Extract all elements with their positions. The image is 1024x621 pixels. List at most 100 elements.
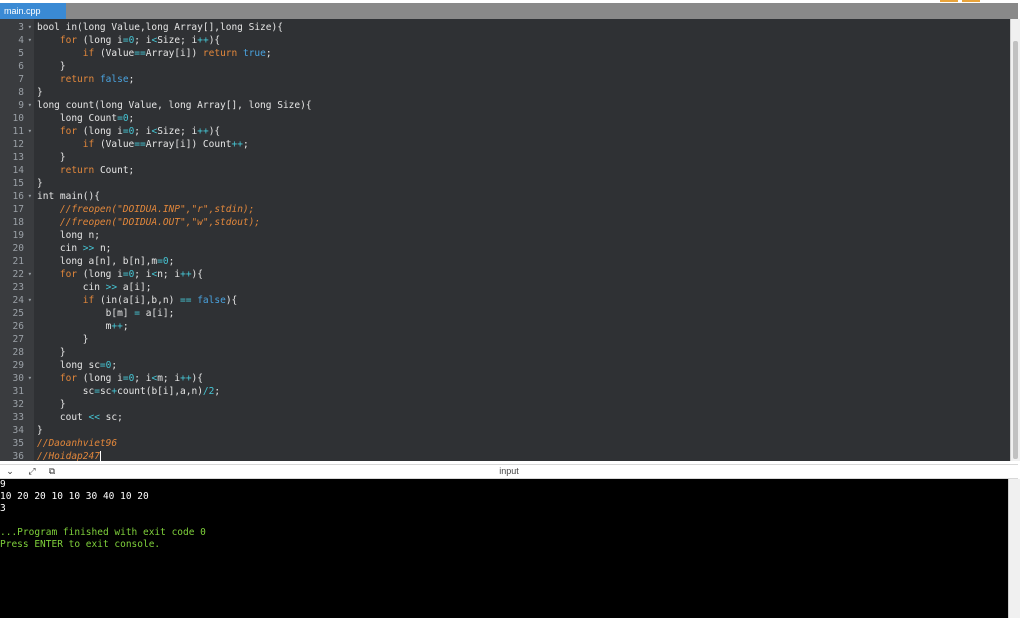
gutter-line: 11 ▾ — [0, 125, 34, 138]
code-token: ; — [168, 256, 175, 267]
gutter-line: 17 — [0, 203, 34, 216]
chevron-down-icon[interactable]: ⌄ — [4, 466, 16, 478]
code-line[interactable]: } — [37, 151, 66, 164]
code-line[interactable]: for (long i=0; i<m; i++){ — [37, 372, 203, 385]
code-line[interactable]: cin >> a[i]; — [37, 281, 152, 294]
gutter-line: 21 — [0, 255, 34, 268]
code-line[interactable]: for (long i=0; i<n; i++){ — [37, 268, 203, 281]
code-token: cout — [37, 412, 89, 423]
line-number: 35 — [12, 438, 24, 449]
code-line[interactable]: } — [37, 346, 66, 359]
tab-main-cpp[interactable]: main.cpp — [0, 3, 66, 19]
line-number: 12 — [12, 139, 24, 150]
fold-arrow-icon[interactable]: ▾ — [28, 372, 32, 385]
code-editor[interactable]: 3 ▾ 4 ▾ 5 6 7 8 9 ▾ 10 11 ▾ 12 13 14 15 16 ▾ 17 18 19 20 21 22 ▾ 2… — [0, 19, 1010, 461]
console-output[interactable]: 9 10 20 20 10 10 30 40 10 20 3 ...Program f… — [0, 479, 1008, 618]
fold-arrow-icon[interactable]: ▾ — [28, 190, 32, 203]
code-token: count(b[i],a,n) — [117, 386, 203, 397]
fold-arrow-icon[interactable]: ▾ — [28, 21, 32, 34]
line-number: 20 — [12, 243, 24, 254]
console-scrollbar[interactable] — [1008, 479, 1020, 618]
code-line[interactable]: //Daoanhviet96 — [37, 437, 117, 450]
code-line[interactable]: } — [37, 333, 89, 346]
code-line[interactable]: long Count=0; — [37, 112, 134, 125]
code-line[interactable]: return Count; — [37, 164, 134, 177]
code-line[interactable]: bool in(long Value,long Array[],long Siz… — [37, 21, 283, 34]
code-line[interactable]: cout << sc; — [37, 411, 123, 424]
gutter-line: 34 — [0, 424, 34, 437]
code-line[interactable]: } — [37, 60, 66, 73]
code-line[interactable]: } — [37, 177, 43, 190]
gutter-line: 13 — [0, 151, 34, 164]
panel-title: input — [499, 466, 519, 476]
code-line[interactable]: } — [37, 86, 43, 99]
code-line[interactable]: int main(){ — [37, 190, 100, 203]
code-token: } — [37, 425, 43, 436]
code-token: ){ — [191, 269, 203, 280]
code-line[interactable]: //freopen("DOIDUA.INP","r",stdin); — [37, 203, 254, 216]
fold-arrow-icon[interactable]: ▾ — [28, 268, 32, 281]
line-number: 16 — [12, 191, 24, 202]
fold-arrow-icon[interactable]: ▾ — [28, 34, 32, 47]
code-token: sc — [37, 386, 95, 397]
fold-arrow-icon[interactable]: ▾ — [28, 294, 32, 307]
text-cursor — [99, 451, 101, 461]
code-token: long a[n], b[n],m — [37, 256, 158, 267]
code-line[interactable]: for (long i=0; i<Size; i++){ — [37, 125, 220, 138]
gutter-line: 22 ▾ — [0, 268, 34, 281]
expand-icon[interactable]: ⤢ — [26, 466, 38, 478]
line-number: 7 — [18, 74, 24, 85]
code-line[interactable]: } — [37, 398, 66, 411]
line-number: 21 — [12, 256, 24, 267]
code-token: } — [37, 399, 66, 410]
gutter-line: 4 ▾ — [0, 34, 34, 47]
code-token: (long i — [77, 373, 123, 384]
code-line[interactable]: sc=sc+count(b[i],a,n)/2; — [37, 385, 220, 398]
code-line[interactable]: //freopen("DOIDUA.OUT","w",stdout); — [37, 216, 260, 229]
code-line[interactable]: if (Value==Array[i]) Count++; — [37, 138, 249, 151]
code-line[interactable]: b[m] = a[i]; — [37, 307, 175, 320]
code-line[interactable]: //Hoidap247 — [37, 450, 101, 461]
code-line[interactable]: cin >> n; — [37, 242, 112, 255]
console-line: 3 — [0, 503, 6, 514]
code-line[interactable]: return false; — [37, 73, 134, 86]
code-token: (long i — [77, 126, 123, 137]
code-token: return — [59, 165, 95, 176]
code-line[interactable]: m++; — [37, 320, 129, 333]
code-line[interactable]: } — [37, 424, 43, 437]
code-line[interactable]: long a[n], b[n],m=0; — [37, 255, 174, 268]
fold-arrow-icon[interactable]: ▾ — [28, 99, 32, 112]
code-line[interactable]: for (long i=0; i<Size; i++){ — [37, 34, 220, 47]
gutter-line: 25 — [0, 307, 34, 320]
copy-icon[interactable]: ⧉ — [46, 466, 58, 478]
code-token: false — [99, 74, 129, 85]
code-token: ; i — [134, 126, 152, 137]
gutter-line: 31 — [0, 385, 34, 398]
gutter-line: 28 — [0, 346, 34, 359]
code-line[interactable]: long count(long Value, long Array[], lon… — [37, 99, 312, 112]
gutter-line: 35 — [0, 437, 34, 450]
code-line[interactable]: if (Value==Array[i]) return true; — [37, 47, 272, 60]
editor-scrollbar-thumb[interactable] — [1013, 41, 1018, 459]
gutter-line: 12 — [0, 138, 34, 151]
code-line[interactable]: if (in(a[i],b,n) == false){ — [37, 294, 238, 307]
code-line[interactable]: long sc=0; — [37, 359, 117, 372]
editor-scrollbar[interactable] — [1010, 19, 1020, 461]
line-number: 31 — [12, 386, 24, 397]
gutter-line: 10 — [0, 112, 34, 125]
gutter-line: 19 — [0, 229, 34, 242]
code-token: int main(){ — [37, 191, 100, 202]
line-number: 25 — [12, 308, 24, 319]
code-line[interactable]: long n; — [37, 229, 100, 242]
gutter-line: 5 — [0, 47, 34, 60]
fold-arrow-icon[interactable]: ▾ — [28, 125, 32, 138]
gutter-line: 26 — [0, 320, 34, 333]
code-token: ; i — [134, 35, 152, 46]
line-number: 19 — [12, 230, 24, 241]
code-token: (Value — [94, 48, 135, 59]
